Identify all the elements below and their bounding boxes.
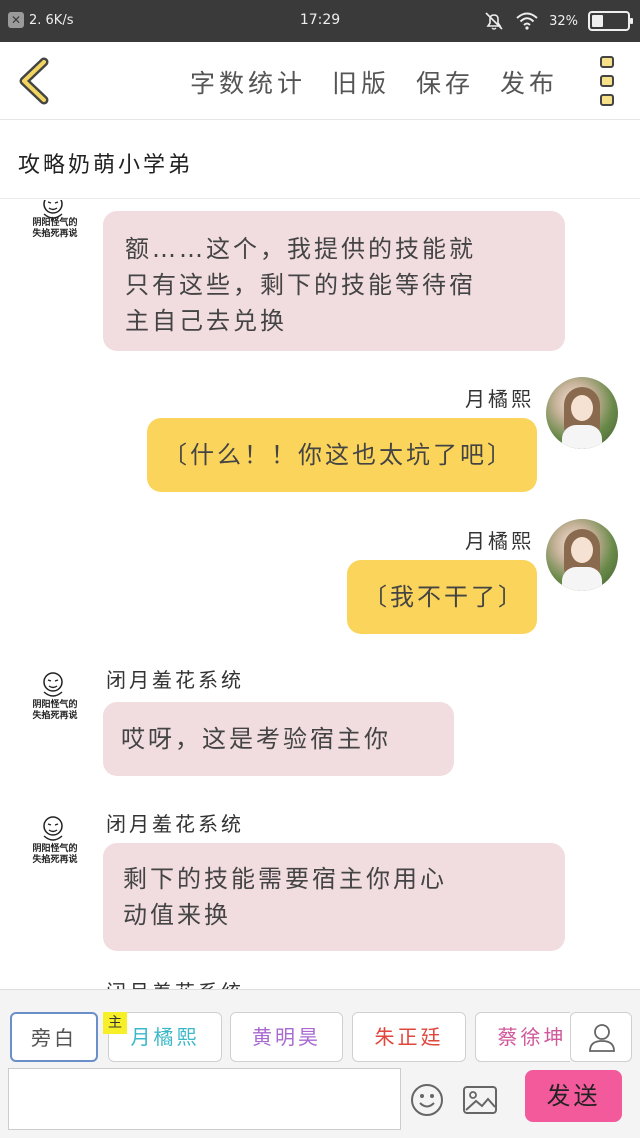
message-bubble[interactable]: 剩下的技能需要宿主你用心 动值来换 [103, 843, 565, 951]
save-button[interactable]: 保存 [416, 64, 474, 100]
character-manage-button[interactable] [570, 1012, 632, 1062]
main-character-tag: 主 [103, 1012, 127, 1034]
message-input[interactable] [8, 1068, 401, 1130]
word-count-button[interactable]: 字数统计 [190, 64, 306, 100]
message-line: 动值来换 [123, 901, 231, 929]
meme-face-icon [43, 816, 63, 841]
message-line: 额……这个，我提供的技能就 [125, 235, 476, 263]
old-version-button[interactable]: 旧版 [332, 64, 390, 100]
wifi-icon [516, 12, 538, 30]
sender-name: 月橘熙 [465, 529, 534, 553]
user-avatar[interactable] [546, 519, 618, 591]
system-avatar: 阴阳怪气的 失掐死再说 [24, 200, 86, 252]
publish-button[interactable]: 发布 [500, 64, 558, 100]
system-avatar: 阴阳怪气的 失掐死再说 [24, 814, 86, 874]
top-toolbar: 字数统计 旧版 保存 发布 [0, 42, 640, 120]
role-cai-xukun[interactable]: 蔡徐坤 [475, 1012, 570, 1062]
person-icon [589, 1024, 615, 1052]
avatar-caption-1: 阴阳怪气的 [32, 218, 78, 228]
story-title[interactable]: 攻略奶萌小学弟 [0, 121, 640, 199]
role-zhu-zhengting[interactable]: 朱正廷 [352, 1012, 466, 1062]
compose-panel: 旁白 月橘熙 黄明昊 朱正廷 蔡徐坤 主 发送 [0, 989, 640, 1138]
status-right: 32% [483, 10, 633, 32]
message-bubble[interactable]: 额……这个，我提供的技能就 只有这些，剩下的技能等待宿 主自己去兑换 [103, 211, 565, 351]
role-selector: 旁白 月橘熙 黄明昊 朱正廷 蔡徐坤 [10, 1012, 570, 1064]
more-vertical-icon[interactable] [600, 56, 614, 106]
message-bubble[interactable]: 〔什么！！你这也太坑了吧〕 [147, 418, 537, 492]
message-line: 〔我不干了〕 [363, 583, 525, 611]
battery-percent: 32% [549, 13, 578, 29]
chevron-left-icon[interactable] [14, 56, 54, 106]
sender-name: 月橘熙 [465, 387, 534, 411]
meme-face-icon [43, 672, 63, 697]
send-button[interactable]: 发送 [525, 1070, 622, 1122]
role-huang-minghao[interactable]: 黄明昊 [230, 1012, 343, 1062]
meme-face-icon [43, 200, 63, 219]
message-line: 主自己去兑换 [125, 307, 287, 335]
mute-bell-icon [485, 12, 503, 30]
sender-name: 闭月羞花系统 [106, 812, 244, 836]
avatar-caption-1: 阴阳怪气的 [32, 844, 78, 854]
image-icon[interactable] [462, 1085, 498, 1115]
message-line: 〔什么！！你这也太坑了吧〕 [163, 441, 514, 469]
message-bubble[interactable]: 哎呀，这是考验宿主你 [103, 702, 454, 776]
status-bar: ✕ 2. 6K/s 17:29 32% [0, 0, 640, 42]
chat-area[interactable]: 阴阳怪气的 失掐死再说 额……这个，我提供的技能就 只有这些，剩下的技能等待宿 … [0, 200, 640, 989]
avatar-caption-1: 阴阳怪气的 [32, 700, 78, 710]
battery-fill [592, 15, 603, 27]
message-line: 只有这些，剩下的技能等待宿 [125, 271, 476, 299]
message-line: 哎呀，这是考验宿主你 [121, 725, 391, 753]
user-avatar[interactable] [546, 377, 618, 449]
toolbar-actions: 字数统计 旧版 保存 发布 [190, 64, 558, 100]
role-narrator[interactable]: 旁白 [10, 1012, 98, 1062]
system-avatar: 阴阳怪气的 失掐死再说 [24, 670, 86, 730]
sender-name: 闭月羞花系统 [106, 976, 244, 989]
avatar-caption-2: 失掐死再说 [32, 711, 78, 721]
sender-name: 闭月羞花系统 [106, 668, 244, 692]
avatar-caption-2: 失掐死再说 [32, 229, 78, 239]
battery-icon [588, 11, 633, 31]
avatar-caption-2: 失掐死再说 [32, 855, 78, 865]
emoji-icon[interactable] [410, 1083, 444, 1117]
message-bubble[interactable]: 〔我不干了〕 [347, 560, 537, 634]
message-line: 剩下的技能需要宿主你用心 [123, 865, 447, 893]
